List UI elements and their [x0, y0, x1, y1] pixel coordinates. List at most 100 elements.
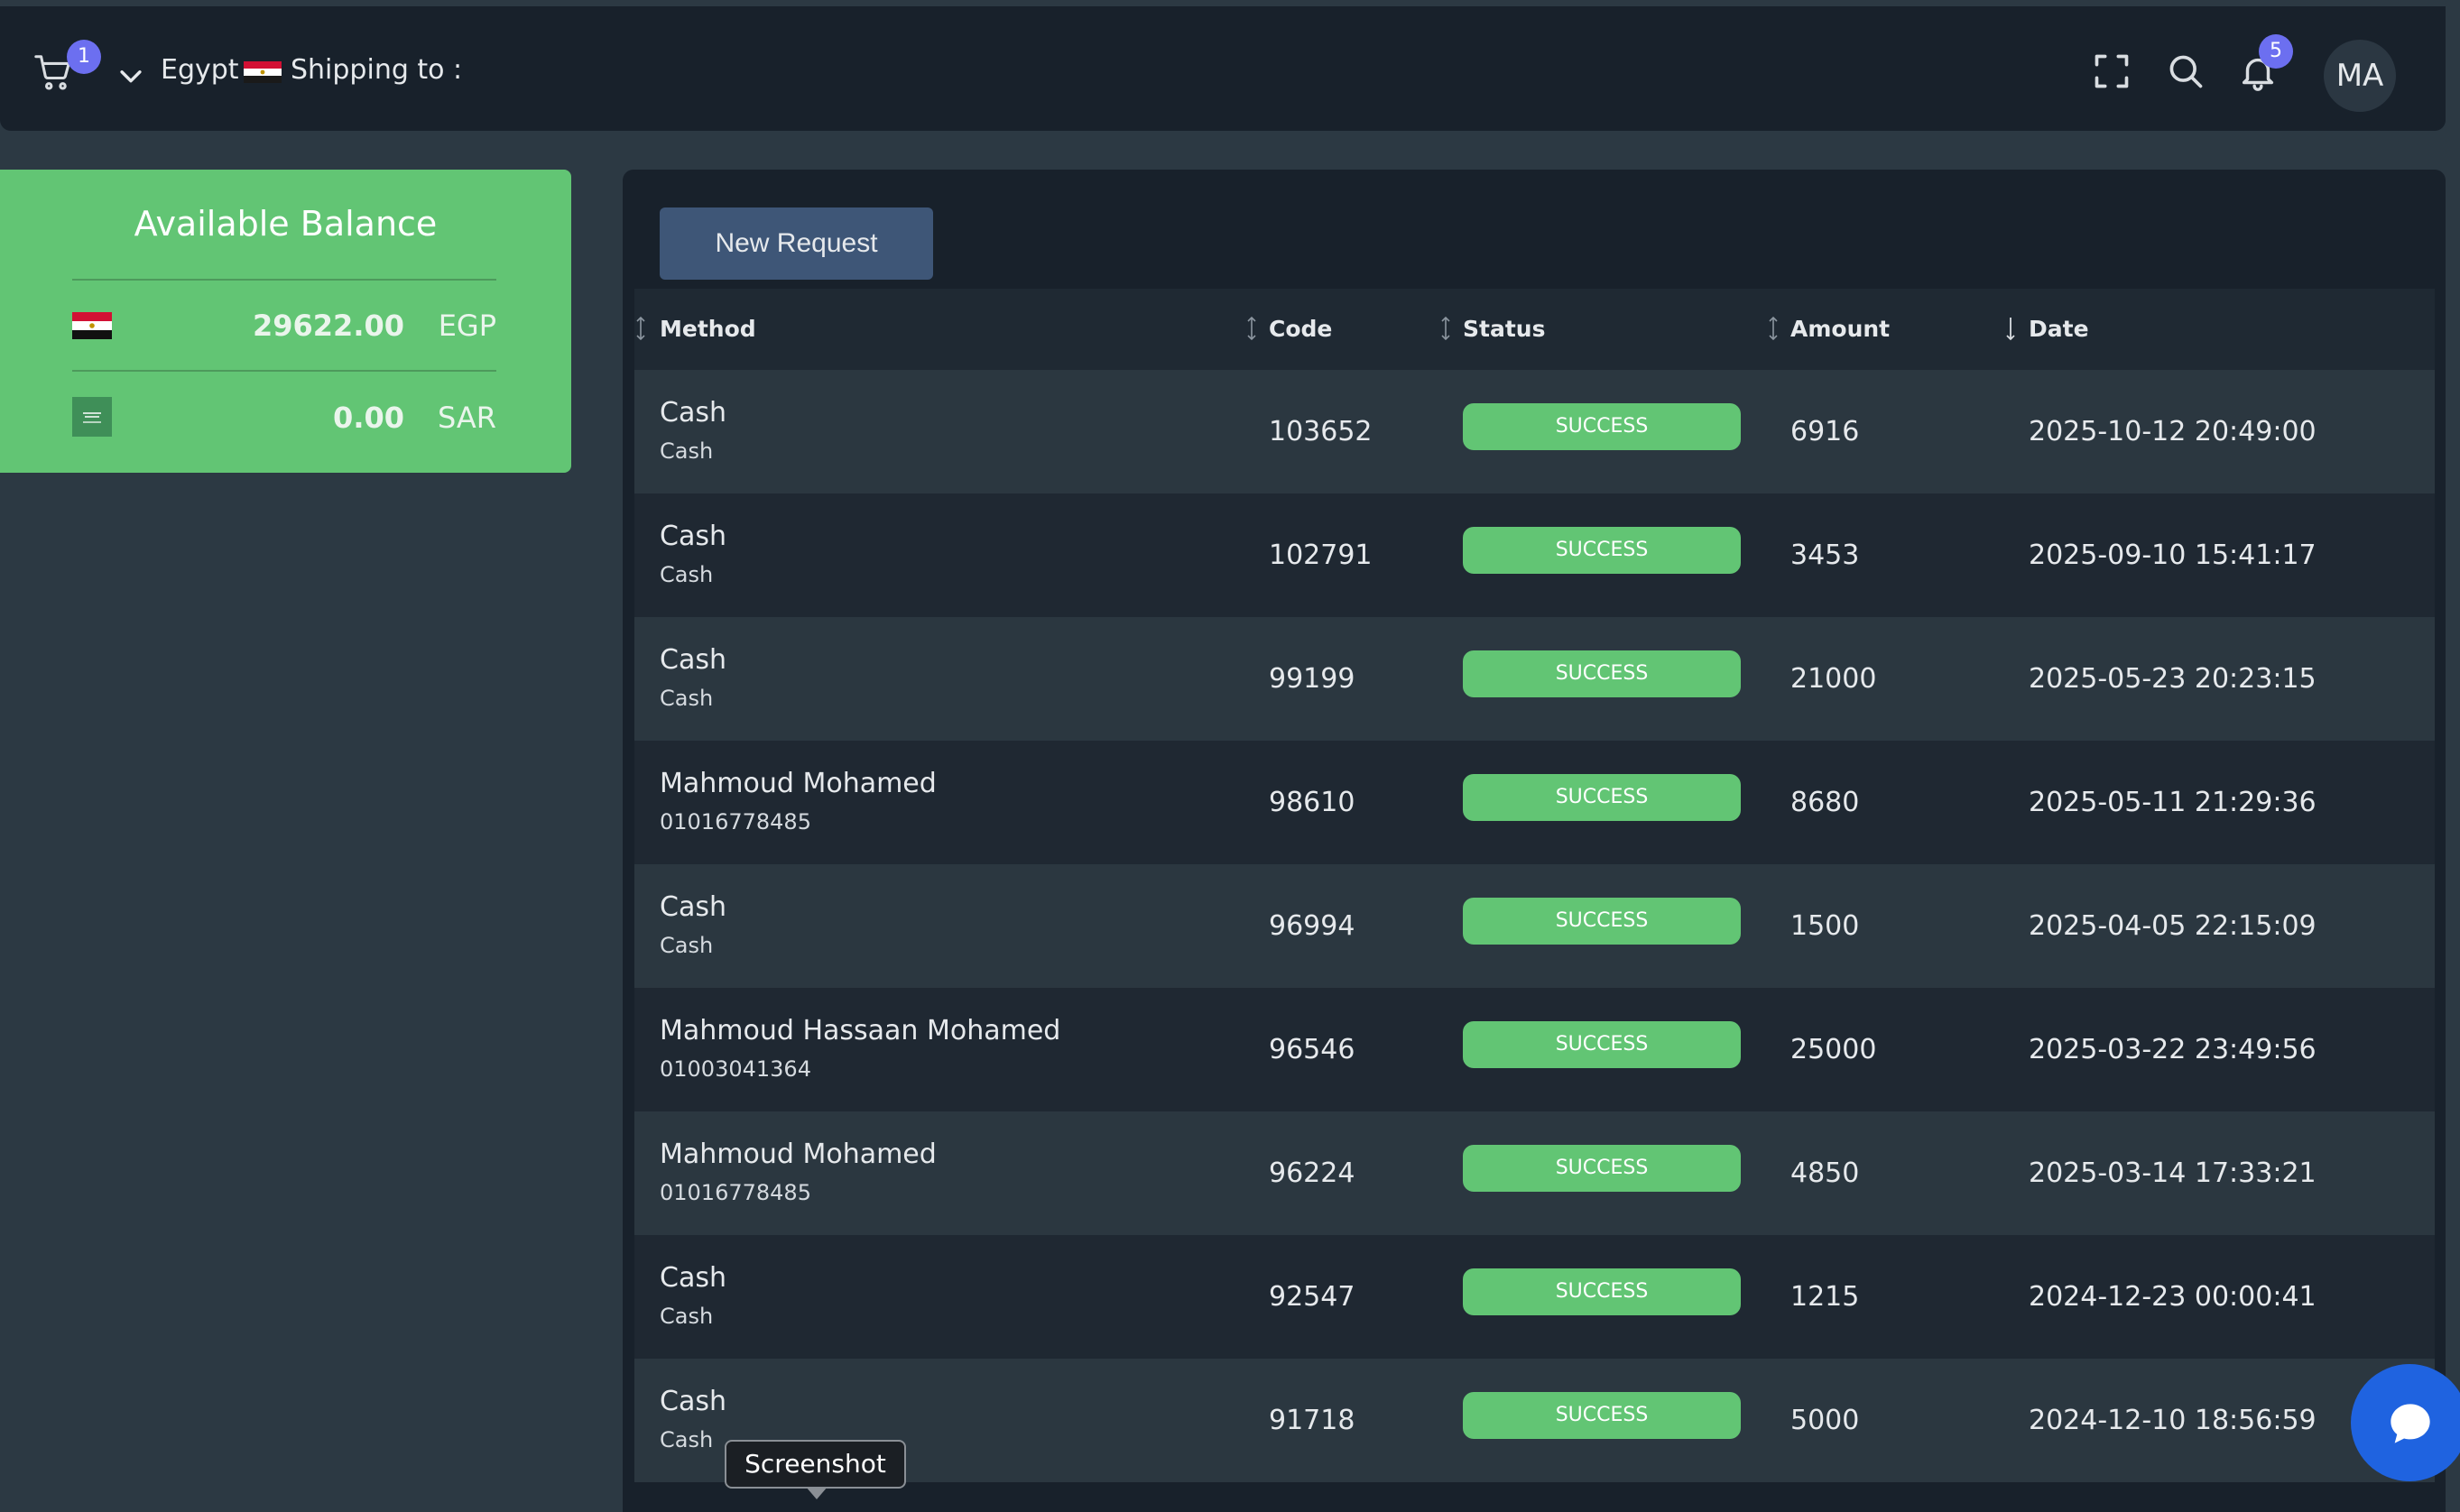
table-row[interactable]: Mahmoud Mohamed 01016778485 98610 SUCCESS 86… [634, 741, 2435, 864]
method-detail: Cash [660, 438, 714, 464]
sort-icon[interactable] [1767, 314, 1780, 343]
method-name: Cash [660, 1262, 726, 1294]
amount-cell: 8680 [1790, 787, 1860, 818]
method-name: Cash [660, 644, 726, 676]
table-row[interactable]: Mahmoud Hassaan Mohamed 01003041364 96546 S… [634, 988, 2435, 1111]
date-cell: 2025-09-10 15:41:17 [2029, 539, 2317, 571]
code-cell: 91718 [1269, 1405, 1355, 1436]
column-header-method[interactable]: Method [660, 316, 756, 342]
method-detail: 01003041364 [660, 1056, 811, 1082]
status-badge: SUCCESS [1463, 898, 1741, 945]
date-cell: 2025-05-11 21:29:36 [2029, 787, 2317, 818]
method-name: Mahmoud Hassaan Mohamed [660, 1015, 1061, 1046]
country-selector[interactable]: Egypt [161, 54, 239, 86]
amount-cell: 1500 [1790, 910, 1860, 942]
status-badge: SUCCESS [1463, 774, 1741, 821]
method-name: Cash [660, 1386, 726, 1417]
status-badge: SUCCESS [1463, 1392, 1741, 1439]
page: 1 Egypt Shipping to : 5 MA Available Bal… [0, 0, 2460, 1512]
search-icon[interactable] [2166, 51, 2206, 91]
method-detail: Cash [660, 1304, 714, 1329]
date-cell: 2025-03-14 17:33:21 [2029, 1157, 2317, 1189]
chevron-down-icon[interactable] [116, 60, 146, 91]
notification-count-badge: 5 [2259, 34, 2293, 69]
balance-currency: EGP [438, 309, 496, 343]
date-cell: 2025-03-22 23:49:56 [2029, 1034, 2317, 1065]
code-cell: 96546 [1269, 1034, 1355, 1065]
fullscreen-icon[interactable] [2092, 51, 2132, 91]
chat-icon [2391, 1404, 2430, 1443]
sort-icon[interactable] [1439, 314, 1452, 343]
column-header-status[interactable]: Status [1463, 316, 1545, 342]
table-row[interactable]: Mahmoud Mohamed 01016778485 96224 SUCCESS 48… [634, 1111, 2435, 1235]
method-detail: Cash [660, 686, 714, 711]
code-cell: 102791 [1269, 539, 1373, 571]
table-row[interactable]: Cash Cash 92547 SUCCESS 1215 2024-12-23 00:00… [634, 1235, 2435, 1359]
date-cell: 2025-05-23 20:23:15 [2029, 663, 2317, 695]
method-detail: 01016778485 [660, 809, 811, 834]
sort-icon[interactable] [1245, 314, 1258, 343]
amount-cell: 6916 [1790, 416, 1860, 447]
date-cell: 2024-12-10 18:56:59 [2029, 1405, 2317, 1436]
date-cell: 2025-04-05 22:15:09 [2029, 910, 2317, 942]
method-name: Cash [660, 397, 726, 429]
amount-cell: 3453 [1790, 539, 1860, 571]
code-cell: 99199 [1269, 663, 1355, 695]
column-header-code[interactable]: Code [1269, 316, 1332, 342]
new-request-button[interactable]: New Request [660, 207, 933, 280]
table-row[interactable]: Cash Cash 103652 SUCCESS 6916 2025-10-12 20:4… [634, 370, 2435, 493]
table-row[interactable]: Cash Cash 96994 SUCCESS 1500 2025-04-05 22:15… [634, 864, 2435, 988]
amount-cell: 1215 [1790, 1281, 1860, 1313]
chat-button[interactable] [2351, 1364, 2460, 1481]
shipping-to-label[interactable]: Shipping to : [291, 54, 462, 86]
balance-amount: 0.00 [333, 401, 404, 435]
amount-cell: 4850 [1790, 1157, 1860, 1189]
column-header-amount[interactable]: Amount [1790, 316, 1890, 342]
cart-count-badge: 1 [67, 40, 101, 74]
code-cell: 96224 [1269, 1157, 1355, 1189]
tooltip: Screenshot [725, 1440, 906, 1489]
status-badge: SUCCESS [1463, 403, 1741, 450]
status-badge: SUCCESS [1463, 1268, 1741, 1315]
code-cell: 103652 [1269, 416, 1373, 447]
table-body: Cash Cash 103652 SUCCESS 6916 2025-10-12 20:4… [634, 370, 2435, 1482]
date-cell: 2025-10-12 20:49:00 [2029, 416, 2317, 447]
sort-icon[interactable] [634, 314, 647, 343]
status-badge: SUCCESS [1463, 650, 1741, 697]
method-name: Cash [660, 521, 726, 552]
status-badge: SUCCESS [1463, 527, 1741, 574]
code-cell: 96994 [1269, 910, 1355, 942]
column-header-date[interactable]: Date [2029, 316, 2089, 342]
method-name: Cash [660, 891, 726, 923]
method-name: Mahmoud Mohamed [660, 1139, 937, 1170]
egypt-flag-icon [244, 61, 282, 83]
status-badge: SUCCESS [1463, 1021, 1741, 1068]
amount-cell: 21000 [1790, 663, 1877, 695]
available-balance-card: Available Balance 29622.00 EGP 0.00 SAR [0, 170, 571, 473]
method-detail: 01016778485 [660, 1180, 811, 1205]
date-cell: 2024-12-23 00:00:41 [2029, 1281, 2317, 1313]
divider [72, 370, 496, 372]
status-badge: SUCCESS [1463, 1145, 1741, 1192]
method-detail: Cash [660, 933, 714, 958]
code-cell: 98610 [1269, 787, 1355, 818]
table-row[interactable]: Cash Cash 102791 SUCCESS 3453 2025-09-10 15:4… [634, 493, 2435, 617]
method-detail: Cash [660, 1427, 714, 1452]
amount-cell: 25000 [1790, 1034, 1877, 1065]
method-detail: Cash [660, 562, 714, 587]
table-row[interactable]: Cash Cash 99199 SUCCESS 21000 2025-05-23 20:2… [634, 617, 2435, 741]
balance-currency: SAR [437, 401, 496, 435]
divider [72, 279, 496, 281]
balance-amount: 29622.00 [252, 309, 404, 343]
balance-row-sar: 0.00 SAR [72, 390, 496, 444]
amount-cell: 5000 [1790, 1405, 1860, 1436]
method-name: Mahmoud Mohamed [660, 768, 937, 799]
balance-title: Available Balance [134, 204, 438, 244]
table-header: Method Code Status Amount Date [634, 289, 2435, 370]
sort-desc-icon[interactable] [2004, 314, 2017, 343]
top-navbar: 1 Egypt Shipping to : 5 MA [0, 6, 2446, 131]
transactions-table: Method Code Status Amount Date Cash Cash 1… [634, 289, 2435, 1482]
balance-row-egp: 29622.00 EGP [72, 298, 496, 352]
user-avatar[interactable]: MA [2324, 40, 2396, 112]
code-cell: 92547 [1269, 1281, 1355, 1313]
